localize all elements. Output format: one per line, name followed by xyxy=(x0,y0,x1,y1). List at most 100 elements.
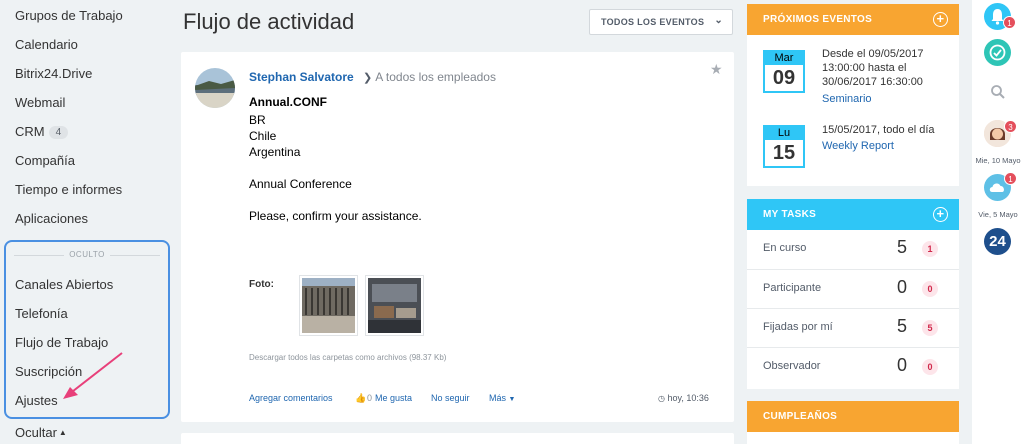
nav-item-label: Tiempo e informes xyxy=(15,182,123,197)
task-row-in-progress[interactable]: En curso 5 1 xyxy=(747,230,959,269)
nav-item-crm[interactable]: CRM 4 xyxy=(15,124,69,139)
widget-header: PRÓXIMOS EVENTOS + xyxy=(747,4,959,35)
task-label: Participante xyxy=(763,282,822,294)
like-link[interactable]: Me gusta xyxy=(375,393,412,403)
photo-thumbnail[interactable] xyxy=(365,275,424,336)
event-link-weekly-report[interactable]: Weekly Report xyxy=(822,140,894,152)
widget-title: MY TASKS xyxy=(763,209,817,220)
add-event-plus-icon[interactable]: + xyxy=(933,12,948,27)
post-author-link[interactable]: Stephan Salvatore xyxy=(249,70,354,84)
photo-label: Foto: xyxy=(249,279,274,290)
post-timestamp: ◷ hoy, 10:36 xyxy=(658,393,709,403)
task-count: 5 xyxy=(897,237,908,257)
nav-item-label: Flujo de Trabajo xyxy=(15,335,109,350)
nav-item-workflow[interactable]: Flujo de Trabajo xyxy=(15,335,108,350)
nav-item-label: Aplicaciones xyxy=(15,211,88,226)
cal-day: 09 xyxy=(772,67,796,89)
widget-header: MY TASKS + xyxy=(747,199,959,230)
unfollow-link[interactable]: No seguir xyxy=(431,393,470,403)
next-post xyxy=(181,433,734,444)
post-destination: ❯ A todos los empleados xyxy=(363,70,496,84)
events-filter-dropdown[interactable]: TODOS LOS EVENTOS ⌄ xyxy=(589,9,733,35)
notification-count-badge: 1 xyxy=(1003,16,1016,29)
add-task-plus-icon[interactable]: + xyxy=(933,207,948,222)
post-body-line: Please, confirm your assistance. xyxy=(249,209,422,223)
activity-post: Stephan Salvatore ❯ A todos los empleados… xyxy=(181,52,734,422)
calendar-date-icon: Mar 09 xyxy=(763,50,805,93)
right-toolbar: 1 3 Mie, 10 Mayo 1 Vie, 5 Mayo 24 xyxy=(972,0,1024,444)
nav-item-label: Grupos de Trabajo xyxy=(15,8,123,23)
bitrix24-logo-button[interactable]: 24 xyxy=(984,228,1011,255)
task-label: Fijadas por mí xyxy=(763,321,833,333)
event-detail-line: 15/05/2017, todo el día xyxy=(822,124,935,136)
nav-item-calendar[interactable]: Calendario xyxy=(15,37,78,52)
nav-item-groups[interactable]: Grupos de Trabajo xyxy=(15,8,123,23)
event-link-seminario[interactable]: Seminario xyxy=(822,93,872,105)
task-count: 5 xyxy=(897,316,908,336)
nav-item-open-channels[interactable]: Canales Abiertos xyxy=(15,277,113,292)
nav-item-company[interactable]: Compañía xyxy=(15,153,75,168)
hide-toggle[interactable]: Ocultar ▲ xyxy=(15,425,67,440)
event-details: 15/05/2017, todo el día xyxy=(822,123,935,137)
upcoming-events-widget: PRÓXIMOS EVENTOS + Mar 09 Desde el 09/05… xyxy=(747,4,959,186)
more-label: Más xyxy=(489,393,507,403)
cal-month: Lu xyxy=(765,127,803,140)
post-title: Annual.CONF xyxy=(249,95,327,109)
event-detail-line: Desde el 09/05/2017 xyxy=(822,48,924,60)
messenger-button[interactable] xyxy=(984,39,1011,66)
task-row-observer[interactable]: Observador 0 0 xyxy=(747,347,959,386)
nav-item-settings[interactable]: Ajustes xyxy=(15,393,58,408)
crm-count-badge: 4 xyxy=(48,126,69,139)
nav-item-applications[interactable]: Aplicaciones xyxy=(15,211,88,226)
nav-item-label: Webmail xyxy=(15,95,66,110)
like-count: 0 xyxy=(367,393,373,403)
nav-item-label: Canales Abiertos xyxy=(15,277,114,292)
task-row-participant[interactable]: Participante 0 0 xyxy=(747,269,959,308)
photo-thumbnail[interactable] xyxy=(299,275,358,336)
add-comment-link[interactable]: Agregar comentarios xyxy=(249,393,333,403)
nav-item-telephony[interactable]: Telefonía xyxy=(15,306,68,321)
nav-item-label: Compañía xyxy=(15,153,75,168)
task-badge: 0 xyxy=(922,281,938,297)
nav-item-label: Telefonía xyxy=(15,306,68,321)
task-badge: 0 xyxy=(922,359,938,375)
task-row-set-by-me[interactable]: Fijadas por mí 5 5 xyxy=(747,308,959,347)
post-body-line: Argentina xyxy=(249,145,301,159)
search-icon[interactable] xyxy=(990,84,1006,100)
nav-item-label: Calendario xyxy=(15,37,78,52)
thumbs-up-icon: 👍 xyxy=(355,393,367,403)
chat-unread-badge: 3 xyxy=(1004,120,1017,133)
nav-item-webmail[interactable]: Webmail xyxy=(15,95,65,110)
widget-title: CUMPLEAÑOS xyxy=(763,411,838,422)
download-all-link[interactable]: Descargar todos las carpetas como archiv… xyxy=(249,353,446,362)
task-count: 0 xyxy=(897,277,908,297)
caret-up-icon: ▲ xyxy=(58,428,67,437)
nav-item-drive[interactable]: Bitrix24.Drive xyxy=(15,66,92,81)
calendar-date-icon: Lu 15 xyxy=(763,125,805,168)
widget-header: CUMPLEAÑOS xyxy=(747,401,959,432)
task-badge: 1 xyxy=(922,241,938,257)
post-body-line: BR xyxy=(249,113,266,127)
chat-date: Mie, 10 Mayo xyxy=(975,156,1021,165)
post-body-line: Chile xyxy=(249,129,277,143)
chevron-right-icon: ❯ xyxy=(363,72,373,84)
star-icon[interactable]: ★ xyxy=(710,61,723,78)
annotation-arrow-icon xyxy=(63,352,123,399)
task-label: En curso xyxy=(763,242,807,254)
birthdays-widget: CUMPLEAÑOS xyxy=(747,401,959,444)
cal-month: Mar xyxy=(765,52,803,65)
task-badge: 5 xyxy=(922,320,938,336)
time-label: hoy, 10:36 xyxy=(667,393,709,403)
page-title: Flujo de actividad xyxy=(183,9,355,34)
my-tasks-widget: MY TASKS + En curso 5 1 Participante 0 0… xyxy=(747,199,959,389)
event-detail-line: 13:00:00 hasta el xyxy=(822,62,907,74)
clock-icon: ◷ xyxy=(658,394,665,403)
task-count: 0 xyxy=(897,355,908,375)
event-detail-line: 30/06/2017 16:30:00 xyxy=(822,76,923,88)
author-avatar[interactable] xyxy=(195,68,235,108)
photo-office-image xyxy=(368,278,421,333)
more-menu[interactable]: Más ▼ xyxy=(489,393,515,403)
nav-item-time-reports[interactable]: Tiempo e informes xyxy=(15,182,122,197)
nav-item-label: CRM xyxy=(15,124,45,139)
hide-toggle-label: Ocultar xyxy=(15,425,57,440)
